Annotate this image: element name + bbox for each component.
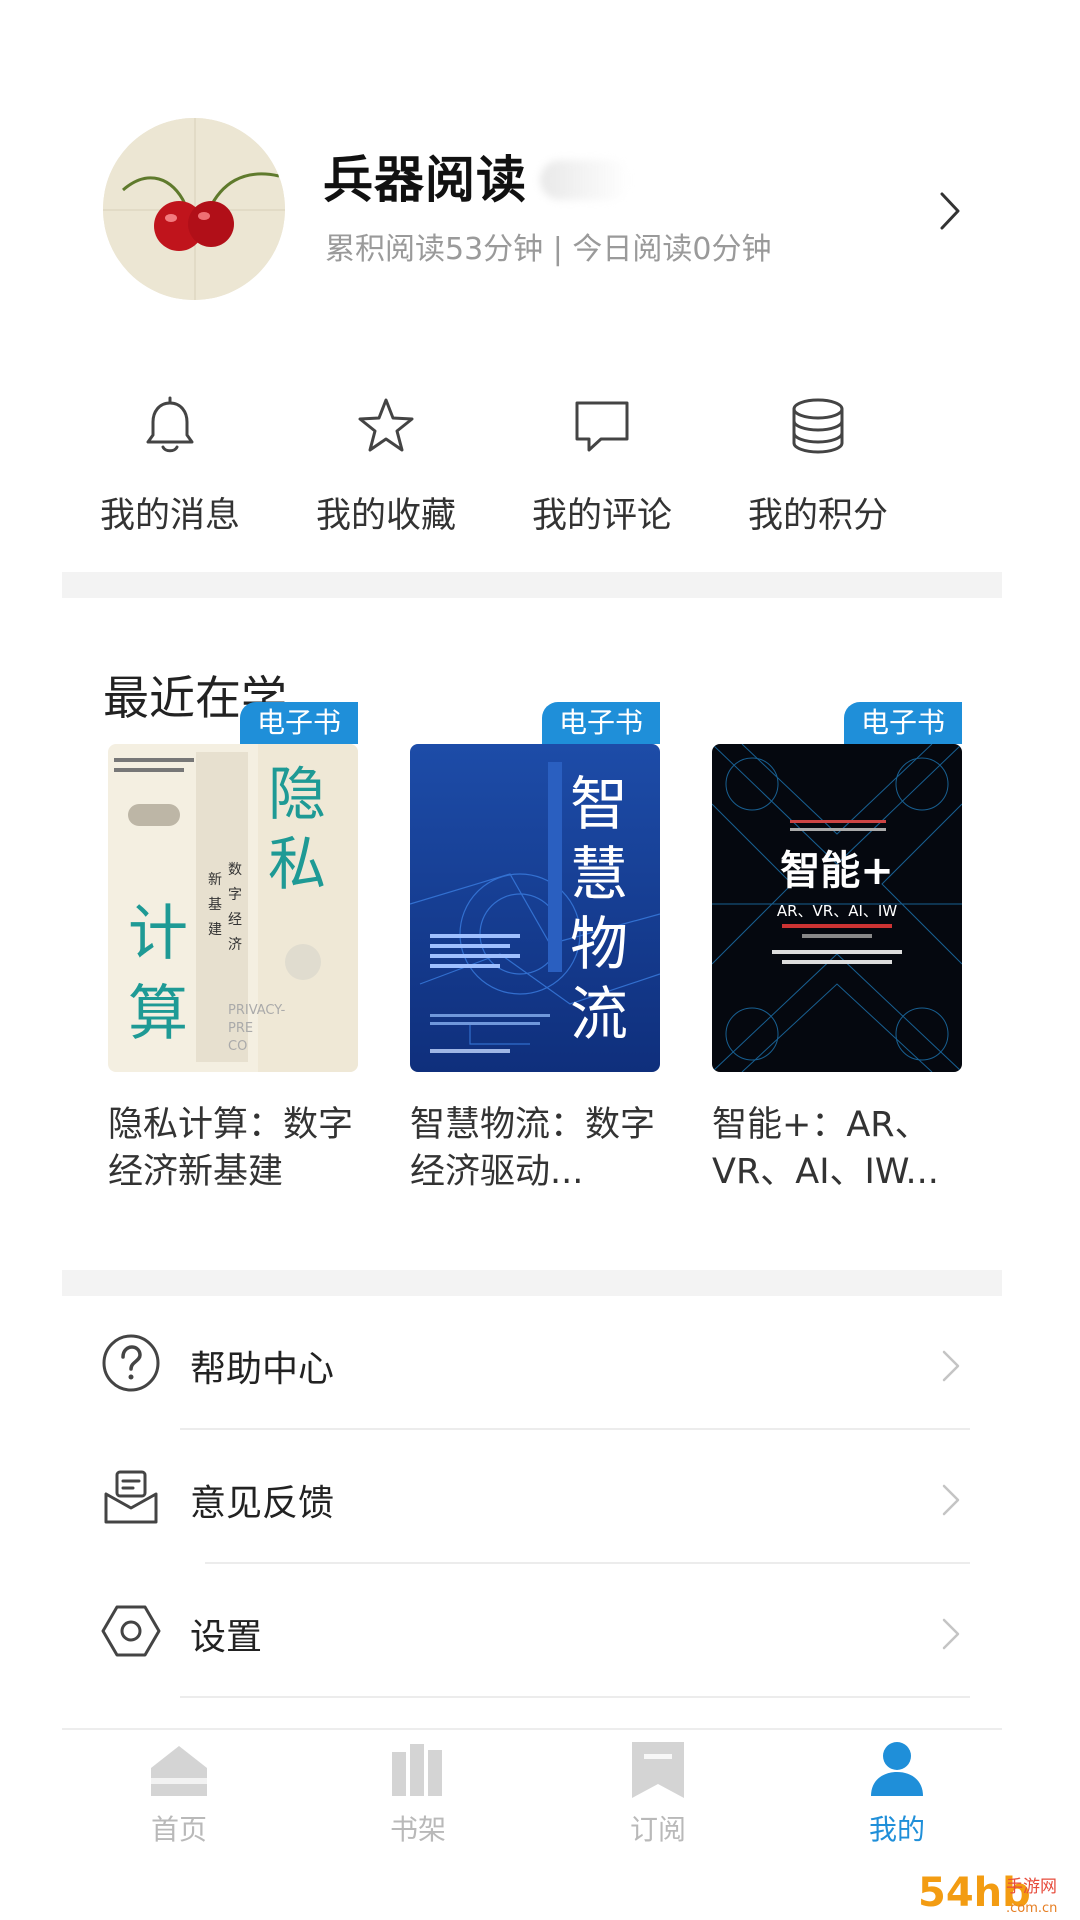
star-icon xyxy=(358,398,414,452)
chevron-right-icon xyxy=(942,1484,960,1516)
menu-label: 帮助中心 xyxy=(190,1349,335,1390)
svg-text:隐: 隐 xyxy=(268,760,326,828)
svg-text:算: 算 xyxy=(128,979,188,1049)
svg-text:计: 计 xyxy=(128,899,188,969)
svg-text:字: 字 xyxy=(228,887,242,903)
home-icon xyxy=(151,1746,207,1796)
ebook-badge: 电子书 xyxy=(240,702,358,744)
cherry-avatar-image xyxy=(103,118,285,300)
my-messages-button[interactable]: 我的消息 xyxy=(62,395,278,545)
svg-text:基: 基 xyxy=(208,896,222,913)
my-favorites-button[interactable]: 我的收藏 xyxy=(278,395,494,545)
book-title: 隐私计算：数字经济新基建 xyxy=(108,1105,354,1192)
smart-logistics-cover-image: 智 慧 物 流 xyxy=(410,744,660,1072)
tab-label: 我的 xyxy=(868,1813,925,1846)
quick-action-label: 我的收藏 xyxy=(315,496,456,536)
tab-label: 书架 xyxy=(389,1813,446,1846)
chevron-right-icon xyxy=(942,1618,960,1650)
ebook-badge: 电子书 xyxy=(542,702,660,744)
svg-text:智能+: 智能+ xyxy=(780,848,894,894)
intelligence-plus-cover-image: 智能+ AR、VR、AI、IW xyxy=(712,744,962,1072)
book-cover: 隐 私 计 算 数 字 新 基 建 经 济 PRIVACY- PRE CO xyxy=(108,744,358,1072)
tab-mine[interactable]: 我的 xyxy=(822,1738,972,1848)
svg-text:济: 济 xyxy=(228,937,242,953)
chevron-right-icon[interactable] xyxy=(930,188,970,234)
coins-icon xyxy=(792,398,844,454)
my-points-button[interactable]: 我的积分 xyxy=(710,395,926,545)
svg-text:CO: CO xyxy=(228,1039,247,1054)
help-center-row[interactable]: 帮助中心 xyxy=(62,1296,1002,1430)
help-icon xyxy=(102,1334,160,1392)
menu-label: 设置 xyxy=(190,1617,263,1658)
settings-icon xyxy=(101,1605,161,1657)
svg-text:手游网: 手游网 xyxy=(1006,1877,1057,1897)
quick-actions: 我的消息 我的收藏 我的评论 我的积分 xyxy=(62,395,1002,545)
chevron-right-icon xyxy=(942,1350,960,1382)
tab-subscription[interactable]: 订阅 xyxy=(583,1738,733,1848)
reading-stats: 累积阅读53分钟 | 今日阅读0分钟 xyxy=(325,232,772,267)
avatar[interactable] xyxy=(103,118,285,300)
book-title: 智能+：AR、VR、AI、IW... xyxy=(712,1105,939,1192)
svg-text:经: 经 xyxy=(228,912,242,928)
profile-name[interactable]: 兵器阅读 xyxy=(323,140,527,212)
book-title: 智慧物流：数字经济驱动... xyxy=(410,1105,656,1192)
feedback-row[interactable]: 意见反馈 xyxy=(62,1430,1002,1564)
book-cover: 智能+ AR、VR、AI、IW xyxy=(712,744,962,1072)
svg-text:PRE: PRE xyxy=(228,1021,253,1036)
svg-text:数: 数 xyxy=(228,862,242,878)
book-cover: 智 慧 物 流 xyxy=(410,744,660,1072)
bookmark-icon xyxy=(632,1742,684,1798)
tab-label: 订阅 xyxy=(629,1813,686,1846)
svg-text:.com.cn: .com.cn xyxy=(1006,1901,1057,1916)
comment-icon xyxy=(575,401,629,452)
svg-text:慧: 慧 xyxy=(570,840,628,908)
ebook-badge: 电子书 xyxy=(844,702,962,744)
svg-text:私: 私 xyxy=(268,830,326,898)
tabbar-divider xyxy=(62,1728,1002,1730)
privacy-computing-cover-image: 隐 私 计 算 数 字 新 基 建 经 济 PRIVACY- PRE CO xyxy=(108,744,358,1072)
settings-row[interactable]: 设置 xyxy=(62,1564,1002,1698)
quick-action-label: 我的消息 xyxy=(99,496,240,536)
my-comments-button[interactable]: 我的评论 xyxy=(494,395,710,545)
quick-action-label: 我的评论 xyxy=(531,496,672,536)
bookshelf-icon xyxy=(392,1744,442,1796)
user-icon xyxy=(871,1742,923,1796)
svg-text:物: 物 xyxy=(570,910,628,978)
bell-icon xyxy=(146,396,194,453)
section-divider xyxy=(62,572,1002,598)
svg-text:新: 新 xyxy=(208,872,222,888)
svg-text:PRIVACY-: PRIVACY- xyxy=(228,1003,286,1018)
section-divider xyxy=(62,1270,1002,1296)
feedback-icon xyxy=(104,1470,158,1524)
menu-label: 意见反馈 xyxy=(190,1483,335,1524)
blurred-text xyxy=(540,160,630,200)
svg-text:AR、VR、AI、IW: AR、VR、AI、IW xyxy=(777,902,897,920)
svg-text:建: 建 xyxy=(208,922,222,938)
site-watermark-logo: 54hb 手游网 .com.cn xyxy=(918,1870,1057,1916)
tab-home[interactable]: 首页 xyxy=(104,1738,254,1848)
quick-action-label: 我的积分 xyxy=(747,496,888,536)
tab-label: 首页 xyxy=(150,1813,207,1846)
row-divider xyxy=(180,1696,970,1698)
tab-bookshelf[interactable]: 书架 xyxy=(343,1738,493,1848)
svg-text:流: 流 xyxy=(570,980,628,1048)
svg-text:智: 智 xyxy=(570,770,628,838)
